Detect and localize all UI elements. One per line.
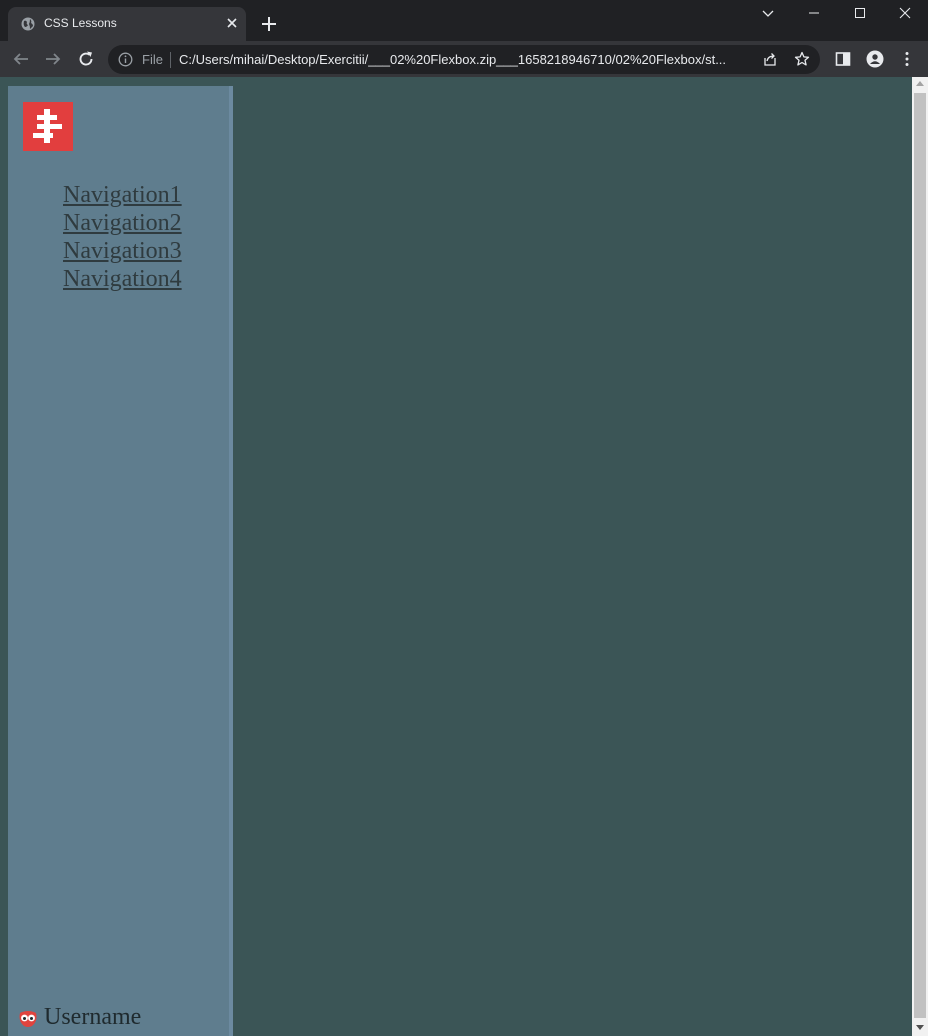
sidebar-border xyxy=(229,86,233,1036)
profile-icon[interactable] xyxy=(866,50,884,68)
nav-item: Navigation3 xyxy=(63,237,182,265)
logo-glyph xyxy=(33,109,62,143)
close-window-button[interactable] xyxy=(882,0,928,28)
url-text[interactable]: C:/Users/mihai/Desktop/Exercitii/___02%2… xyxy=(179,52,749,67)
forward-arrow-icon[interactable] xyxy=(44,50,62,68)
browser-tab[interactable]: CSS Lessons xyxy=(8,7,246,41)
maximize-button[interactable] xyxy=(837,0,883,28)
share-icon[interactable] xyxy=(762,51,778,67)
minimize-button[interactable] xyxy=(791,0,837,28)
new-tab-icon[interactable] xyxy=(260,15,278,33)
nav-item: Navigation1 xyxy=(63,181,182,209)
navigation-list: Navigation1 Navigation2 Navigation3 Navi… xyxy=(63,181,182,293)
maximize-icon xyxy=(855,8,865,18)
scrollbar-thumb[interactable] xyxy=(914,93,926,1018)
nav-link-3[interactable]: Navigation3 xyxy=(63,238,182,264)
red-square-logo-icon[interactable] xyxy=(23,102,73,151)
nav-link-2[interactable]: Navigation2 xyxy=(63,210,182,236)
scroll-down-arrow-icon[interactable] xyxy=(916,1025,924,1030)
globe-icon xyxy=(21,17,35,31)
file-scheme-label: File xyxy=(142,52,163,67)
omnibox-divider xyxy=(170,52,171,68)
vertical-scrollbar[interactable] xyxy=(912,77,928,1036)
back-arrow-icon[interactable] xyxy=(12,50,30,68)
tab-search-button[interactable] xyxy=(745,0,791,28)
side-panel-icon[interactable] xyxy=(834,50,852,68)
username-label: Username xyxy=(44,1004,142,1030)
title-bar: CSS Lessons xyxy=(0,0,928,41)
page-content: Navigation1 Navigation2 Navigation3 Navi… xyxy=(0,77,912,1036)
browser-toolbar: File C:/Users/mihai/Desktop/Exercitii/__… xyxy=(0,41,928,77)
close-icon xyxy=(899,7,911,19)
nav-item: Navigation2 xyxy=(63,209,182,237)
close-tab-icon[interactable] xyxy=(225,16,239,30)
sidebar: Navigation1 Navigation2 Navigation3 Navi… xyxy=(8,86,229,1036)
address-bar[interactable]: File C:/Users/mihai/Desktop/Exercitii/__… xyxy=(108,45,820,74)
nav-item: Navigation4 xyxy=(63,265,182,293)
reload-icon[interactable] xyxy=(77,50,95,68)
tab-title: CSS Lessons xyxy=(44,16,117,30)
scroll-up-arrow-icon[interactable] xyxy=(916,81,924,86)
info-icon[interactable] xyxy=(118,52,133,67)
kebab-menu-icon[interactable] xyxy=(898,50,916,68)
bookmark-star-icon[interactable] xyxy=(794,51,810,67)
minimize-icon xyxy=(809,12,819,14)
nav-link-4[interactable]: Navigation4 xyxy=(63,266,182,292)
nav-link-1[interactable]: Navigation1 xyxy=(63,182,182,208)
owl-avatar-icon xyxy=(19,1011,37,1027)
chevron-down-icon xyxy=(762,10,774,17)
